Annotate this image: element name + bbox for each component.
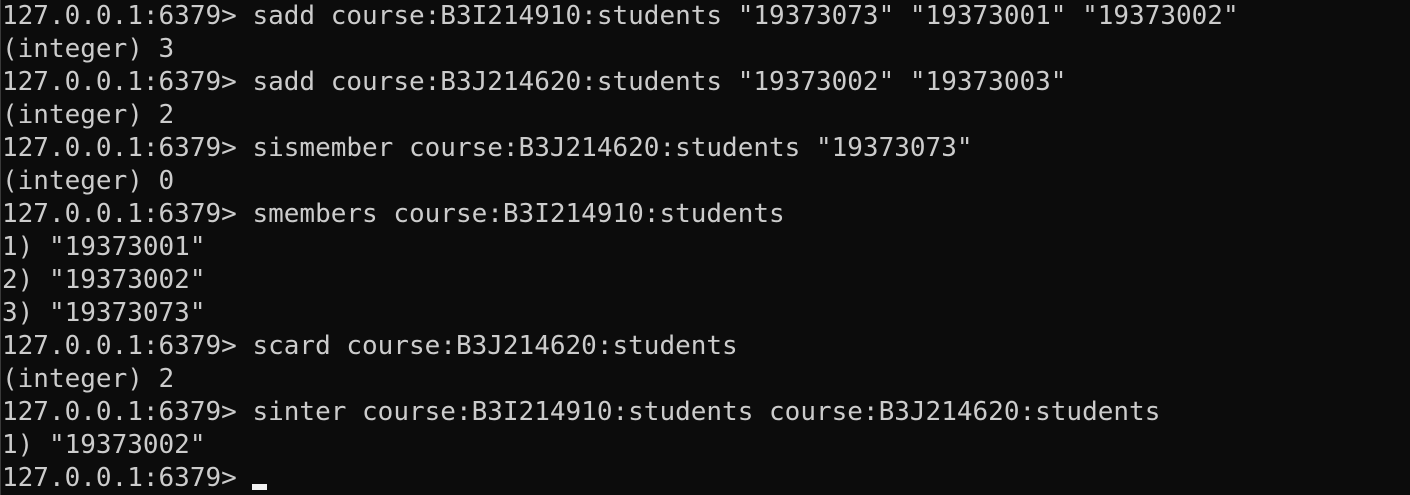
terminal-line-command: 127.0.0.1:6379> sismember course:B3J2146… bbox=[2, 133, 973, 163]
terminal-line-output: (integer) 0 bbox=[2, 166, 175, 196]
terminal-line-output: 1) "19373001" bbox=[2, 232, 206, 262]
terminal-prompt: 127.0.0.1:6379> bbox=[2, 463, 237, 493]
terminal-line-output: 2) "19373002" bbox=[2, 265, 206, 295]
terminal-line-command: 127.0.0.1:6379> sinter course:B3I214910:… bbox=[2, 397, 1161, 427]
terminal-line-output: 3) "19373073" bbox=[2, 298, 206, 328]
terminal-line-command: 127.0.0.1:6379> smembers course:B3I21491… bbox=[2, 199, 785, 229]
terminal-line-command: 127.0.0.1:6379> scard course:B3J214620:s… bbox=[2, 331, 738, 361]
terminal-window[interactable]: 127.0.0.1:6379> sadd course:B3I214910:st… bbox=[0, 0, 1410, 495]
text-cursor bbox=[251, 484, 267, 490]
terminal-line-output: (integer) 2 bbox=[2, 100, 175, 130]
terminal-line-output: (integer) 2 bbox=[2, 364, 175, 394]
terminal-line-output: 1) "19373002" bbox=[2, 430, 206, 460]
terminal-line-command: 127.0.0.1:6379> sadd course:B3I214910:st… bbox=[2, 1, 1239, 31]
terminal-line-command: 127.0.0.1:6379> sadd course:B3J214620:st… bbox=[2, 67, 1067, 97]
window-border bbox=[0, 0, 1, 495]
terminal-prompt-line[interactable]: 127.0.0.1:6379> bbox=[2, 462, 267, 495]
terminal-line-output: (integer) 3 bbox=[2, 34, 175, 64]
